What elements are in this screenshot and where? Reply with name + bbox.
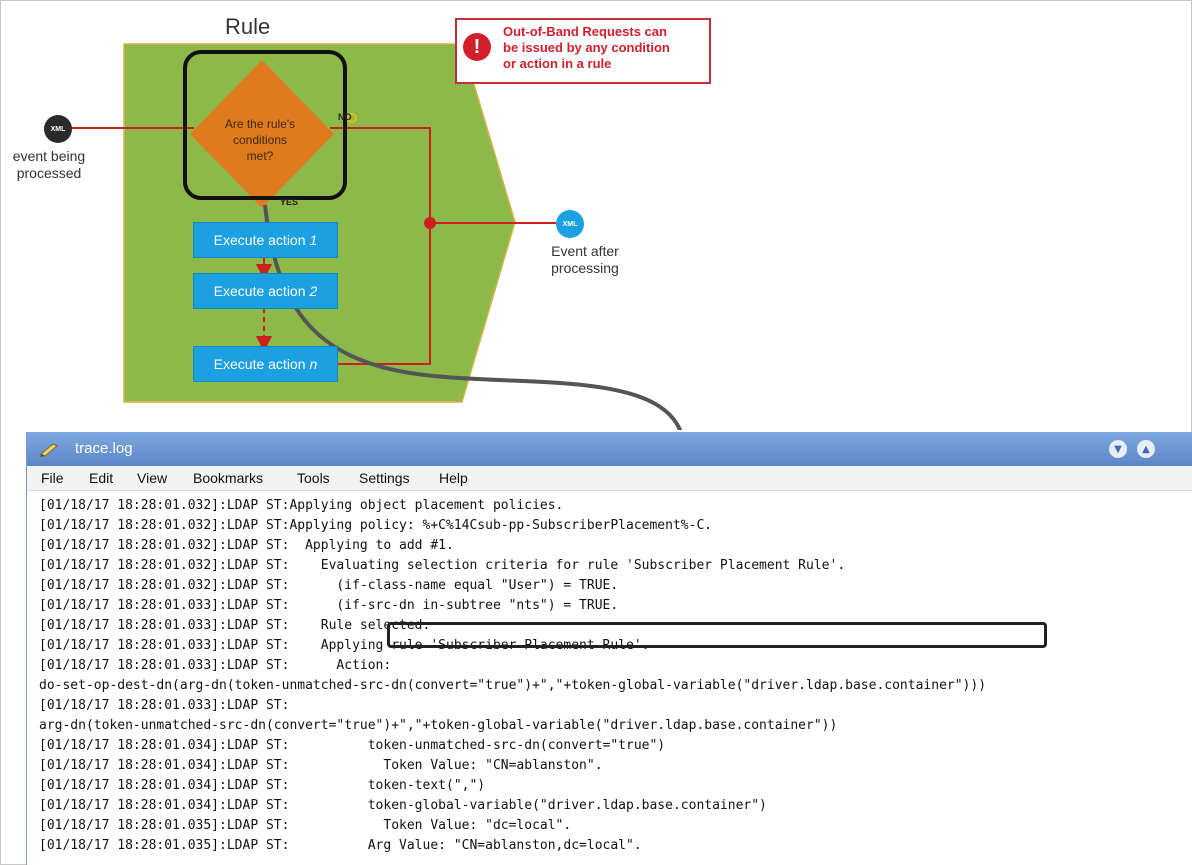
log-line: [01/18/17 18:28:01.034]:LDAP ST: token-t… bbox=[39, 778, 486, 793]
yes-label: YES bbox=[280, 197, 299, 207]
log-line: [01/18/17 18:28:01.034]:LDAP ST: Token V… bbox=[39, 758, 603, 773]
menu-view[interactable]: View bbox=[137, 470, 167, 486]
menu-settings[interactable]: Settings bbox=[359, 470, 410, 486]
log-line: [01/18/17 18:28:01.035]:LDAP ST: Arg Val… bbox=[39, 838, 642, 853]
log-line: [01/18/17 18:28:01.033]:LDAP ST: Action: bbox=[39, 658, 392, 673]
execute-action-2: Execute action 2 bbox=[193, 273, 338, 309]
input-event-label: event being processed bbox=[12, 148, 86, 181]
execute-action-1: Execute action 1 bbox=[193, 222, 338, 258]
log-line: [01/18/17 18:28:01.033]:LDAP ST: (if-src… bbox=[39, 598, 619, 613]
log-line: do-set-op-dest-dn(arg-dn(token-unmatched… bbox=[39, 678, 987, 693]
log-line: [01/18/17 18:28:01.032]:LDAP ST:Applying… bbox=[39, 498, 564, 513]
window-title: trace.log bbox=[75, 440, 133, 457]
menu-help[interactable]: Help bbox=[439, 470, 468, 486]
menu-file[interactable]: File bbox=[41, 470, 64, 486]
no-label: NO bbox=[338, 112, 352, 122]
log-line: [01/18/17 18:28:01.035]:LDAP ST: Token V… bbox=[39, 818, 572, 833]
rule-flow-diagram: Rule XML event being processed XML Event… bbox=[0, 0, 1192, 430]
condition-text: Are the rule's conditions met? bbox=[224, 117, 296, 163]
log-line: [01/18/17 18:28:01.034]:LDAP ST: token-u… bbox=[39, 738, 666, 753]
log-line: arg-dn(token-unmatched-src-dn(convert="t… bbox=[39, 718, 838, 733]
menu-tools[interactable]: Tools bbox=[297, 470, 330, 486]
log-line: [01/18/17 18:28:01.033]:LDAP ST: Rule se… bbox=[39, 618, 431, 633]
menu-bookmarks[interactable]: Bookmarks bbox=[193, 470, 263, 486]
minimize-button[interactable]: ▼ bbox=[1109, 440, 1127, 458]
log-line: [01/18/17 18:28:01.034]:LDAP ST: token-g… bbox=[39, 798, 767, 813]
menu-bar: File Edit View Bookmarks Tools Settings … bbox=[27, 466, 1192, 491]
window-titlebar[interactable]: trace.log ▼ ▲ bbox=[27, 432, 1192, 466]
menu-edit[interactable]: Edit bbox=[89, 470, 113, 486]
merge-dot bbox=[424, 217, 436, 229]
note-text: Out-of-Band Requests can be issued by an… bbox=[503, 24, 670, 71]
log-line: [01/18/17 18:28:01.032]:LDAP ST: (if-cla… bbox=[39, 578, 619, 593]
log-line: [01/18/17 18:28:01.032]:LDAP ST:Applying… bbox=[39, 518, 713, 533]
text-editor-icon bbox=[40, 443, 58, 457]
log-line: [01/18/17 18:28:01.032]:LDAP ST: Applyin… bbox=[39, 538, 454, 553]
execute-action-n: Execute action n bbox=[193, 346, 338, 382]
log-line: [01/18/17 18:28:01.032]:LDAP ST: Evaluat… bbox=[39, 558, 846, 573]
exclamation-icon: ! bbox=[463, 33, 491, 61]
rule-title: Rule bbox=[225, 14, 271, 39]
evaluating-line-highlight bbox=[387, 622, 1047, 648]
trace-log-window: trace.log ▼ ▲ File Edit View Bookmarks T… bbox=[26, 432, 1192, 865]
maximize-button[interactable]: ▲ bbox=[1137, 440, 1155, 458]
input-event-xml-icon: XML bbox=[44, 115, 72, 143]
output-event-xml-icon: XML bbox=[556, 210, 584, 238]
output-event-label: Event after processing bbox=[551, 243, 619, 276]
log-line: [01/18/17 18:28:01.033]:LDAP ST: bbox=[39, 698, 290, 713]
out-of-band-note: ! Out-of-Band Requests can be issued by … bbox=[455, 18, 711, 84]
